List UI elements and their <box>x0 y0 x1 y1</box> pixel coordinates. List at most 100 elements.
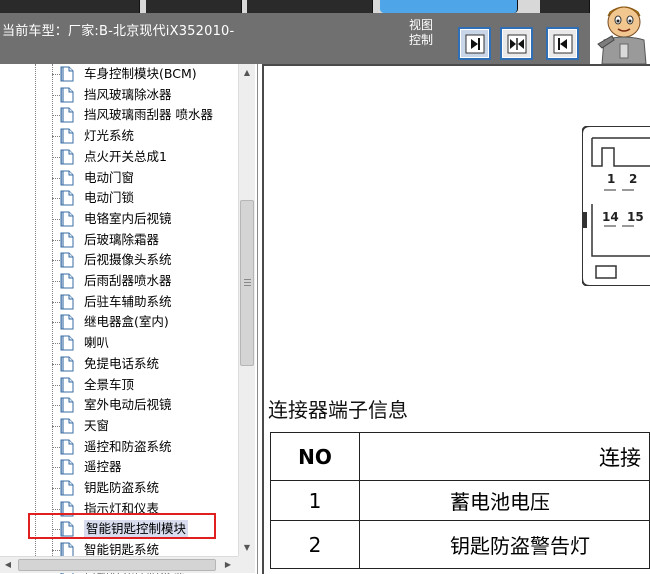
current-vehicle-label: 当前车型：厂家:B-北京现代iX352010- <box>2 24 235 39</box>
document-icon <box>60 335 74 351</box>
tree-item[interactable]: 点火开关总成1 <box>60 147 167 167</box>
view-expand-left-button[interactable] <box>546 27 579 60</box>
tree-item-label: 室外电动后视镜 <box>84 397 172 413</box>
table-cell-desc: 蓄电池电压 <box>358 480 650 521</box>
top-tab-1[interactable] <box>0 0 140 13</box>
tree-item-label: 免提电话系统 <box>84 355 160 371</box>
tree-item[interactable]: 室外电动后视镜 <box>60 395 172 415</box>
tree-item[interactable]: 后雨刮器喷水器 <box>60 271 172 291</box>
tree-item[interactable]: 后玻璃除霜器 <box>60 230 159 250</box>
tree-item-label: 钥匙防盗系统 <box>84 480 160 495</box>
view-control-label: 视图 控制 <box>409 18 441 48</box>
tree-item[interactable]: 遥控器 <box>60 457 122 477</box>
document-top-border <box>264 64 650 66</box>
tree-item[interactable]: 天窗 <box>60 416 109 436</box>
document-icon <box>60 314 74 330</box>
table-header-no: NO <box>270 432 360 481</box>
table-cell-no: 2 <box>270 520 360 569</box>
table-row: 1 蓄电池电压 <box>270 480 650 521</box>
scroll-up-arrow-icon[interactable]: ▲ <box>239 64 255 81</box>
tree-vertical-scroll-thumb[interactable] <box>240 200 254 366</box>
tree-item-label: 遥控和防盗系统 <box>84 438 172 454</box>
document-icon <box>60 294 74 310</box>
tree-item-label: 继电器盒(室内) <box>84 314 169 330</box>
top-tab-5[interactable] <box>540 0 590 13</box>
tree-item[interactable]: 灯光系统 <box>60 126 134 146</box>
top-tab-2[interactable] <box>146 0 242 13</box>
view-control-line1: 视图 <box>409 18 434 32</box>
document-icon <box>60 87 74 103</box>
document-icon <box>60 252 74 268</box>
tree-item-label: 灯光系统 <box>84 128 135 144</box>
tree-horizontal-scroll-thumb[interactable] <box>18 559 216 571</box>
view-expand-right-button[interactable] <box>458 27 491 60</box>
document-icon <box>60 149 74 165</box>
document-icon <box>60 418 74 434</box>
tree-item[interactable]: 遥控和防盗系统 <box>60 437 172 457</box>
tree-item-label: 全景车顶 <box>84 376 135 392</box>
top-tab-3[interactable] <box>247 0 373 13</box>
tree-item[interactable]: 挡风玻璃除冰器 <box>60 85 172 105</box>
document-viewer-panel: 1 2 14 15 连接器端子信息 NO 连接 1 蓄电池电压 2 钥匙防盗警告… <box>262 64 650 574</box>
tree-item[interactable]: 全景车顶 <box>60 375 134 395</box>
document-icon <box>60 107 74 123</box>
tree-item[interactable]: 喇叭 <box>60 333 109 353</box>
document-icon <box>60 439 74 455</box>
selection-highlight-box <box>28 513 216 539</box>
tree-item-label: 后玻璃除霜器 <box>84 231 160 247</box>
document-icon <box>60 170 74 185</box>
document-icon <box>60 232 74 248</box>
document-icon <box>60 377 74 392</box>
top-tab-active[interactable] <box>380 0 518 13</box>
tree-item-label: 点火开关总成1 <box>84 148 167 164</box>
connector-terminal-info-title: 连接器端子信息 <box>268 398 408 422</box>
scroll-right-arrow-icon[interactable]: ▶ <box>220 557 236 573</box>
tree-item[interactable]: 电铬室内后视镜 <box>60 209 172 229</box>
arrow-right-to-bar-icon <box>465 34 485 54</box>
tree-item-label: 电动门窗 <box>84 169 135 185</box>
tree-item[interactable]: 车身控制模块(BCM) <box>60 64 197 84</box>
scroll-down-arrow-icon[interactable]: ▼ <box>239 539 255 556</box>
category-tree-panel: 车身控制模块(BCM) 挡风玻璃除冰器挡风玻璃雨刮器 喷水器 灯光系统点火开关总成1… <box>0 64 258 574</box>
top-toolbar: 当前车型：厂家:B-北京现代iX352010- 视图 控制 <box>0 0 650 64</box>
table-header-row: NO 连接 <box>270 432 650 481</box>
view-control-line2: 控制 <box>409 33 434 47</box>
tree-item[interactable]: 后视摄像头系统 <box>60 250 172 270</box>
tree-guide-line <box>52 64 53 556</box>
tree-item-label: 电铬室内后视镜 <box>84 210 172 226</box>
tree-item[interactable]: 电动门锁 <box>60 188 134 208</box>
tree-item[interactable]: 免提电话系统 <box>60 354 159 374</box>
document-icon <box>60 273 74 289</box>
tree-item[interactable]: 钥匙防盗系统 <box>60 478 159 498</box>
tree-item[interactable]: 电动门窗 <box>60 168 134 188</box>
view-split-button[interactable] <box>500 27 533 60</box>
tree-vertical-scrollbar[interactable]: ▲ ▼ <box>238 64 255 556</box>
document-icon <box>60 190 74 206</box>
tree-item-label: 挡风玻璃雨刮器 喷水器 <box>84 107 213 123</box>
tree-item[interactable]: 挡风玻璃雨刮器 喷水器 <box>60 105 213 125</box>
tree-item[interactable]: 后驻车辅助系统 <box>60 292 172 312</box>
tree-item-label: 挡风玻璃除冰器 <box>84 86 172 102</box>
tree-horizontal-scrollbar[interactable]: ◀ ▶ <box>0 556 238 573</box>
connector-pin-label: 14 <box>602 210 619 224</box>
tree-guide-line <box>35 64 36 556</box>
tree-item-label: 后驻车辅助系统 <box>84 293 172 309</box>
scroll-left-arrow-icon[interactable]: ◀ <box>0 557 16 573</box>
connector-pin-label: 1 <box>607 172 616 186</box>
table-header-connection: 连接 <box>358 432 650 481</box>
document-icon <box>60 356 74 372</box>
connector-terminal-table: NO 连接 1 蓄电池电压 2 钥匙防盗警告灯 <box>270 432 650 569</box>
tree-item-label: 后视摄像头系统 <box>84 252 172 268</box>
tree-item-label: 车身控制模块(BCM) <box>84 66 197 81</box>
tree-item-label: 电动门锁 <box>84 190 135 206</box>
table-cell-no: 1 <box>270 480 360 521</box>
arrow-left-from-bar-icon <box>553 34 573 54</box>
scroll-corner <box>238 556 255 573</box>
table-cell-desc: 钥匙防盗警告灯 <box>358 520 650 569</box>
arrows-inward-icon <box>507 34 527 54</box>
document-icon <box>60 66 74 82</box>
connector-pin-label: 2 <box>629 172 638 186</box>
connector-pin-label: 15 <box>627 210 644 224</box>
tree-item[interactable]: 继电器盒(室内) <box>60 312 169 332</box>
connector-pinout-diagram <box>582 126 650 286</box>
